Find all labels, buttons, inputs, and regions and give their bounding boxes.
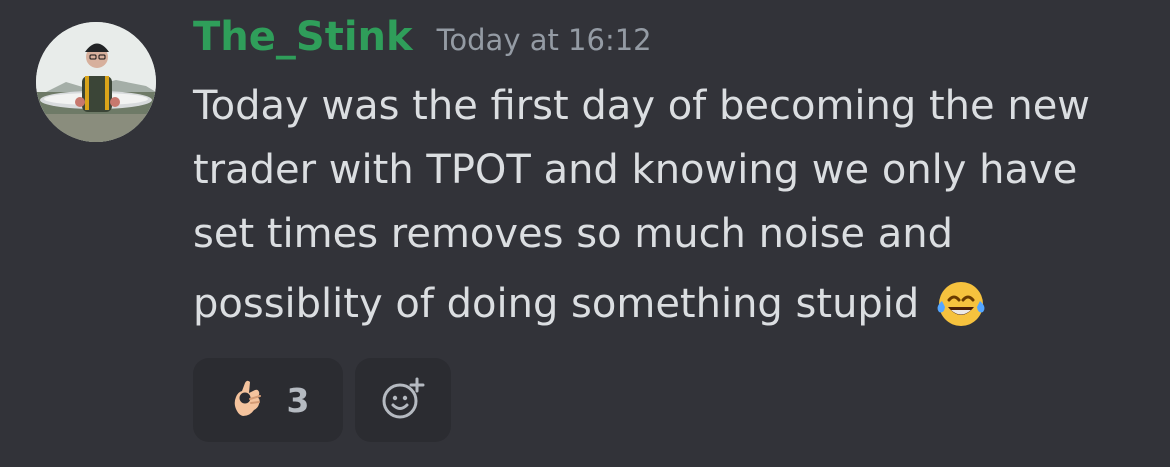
add-reaction-icon bbox=[379, 374, 427, 426]
reaction-bar: 3 bbox=[193, 358, 451, 442]
user-avatar[interactable] bbox=[36, 22, 156, 142]
username[interactable]: The_Stink bbox=[193, 14, 413, 60]
add-reaction-button[interactable] bbox=[355, 358, 451, 442]
message-line-with-emoji: possiblity of doing something stupid bbox=[193, 272, 1153, 336]
reaction-count: 3 bbox=[286, 380, 310, 420]
message-line: trader with TPOT and knowing we only hav… bbox=[193, 147, 1078, 193]
message-header: The_Stink Today at 16:12 bbox=[193, 14, 652, 60]
message-line: set times removes so much noise and bbox=[193, 211, 953, 257]
message-line: possiblity of doing something stupid bbox=[193, 281, 920, 327]
message-line: Today was the first day of becoming the … bbox=[193, 83, 1091, 129]
face-with-tears-of-joy-emoji-icon[interactable] bbox=[933, 276, 989, 332]
fisherman-avatar-icon bbox=[36, 22, 156, 142]
chat-message: The_Stink Today at 16:12 Today was the f… bbox=[0, 0, 1170, 467]
reaction-button[interactable]: 3 bbox=[193, 358, 343, 442]
timestamp[interactable]: Today at 16:12 bbox=[437, 23, 652, 57]
message-content: Today was the first day of becoming the … bbox=[193, 74, 1153, 336]
ok-hand-emoji-icon bbox=[227, 377, 269, 423]
